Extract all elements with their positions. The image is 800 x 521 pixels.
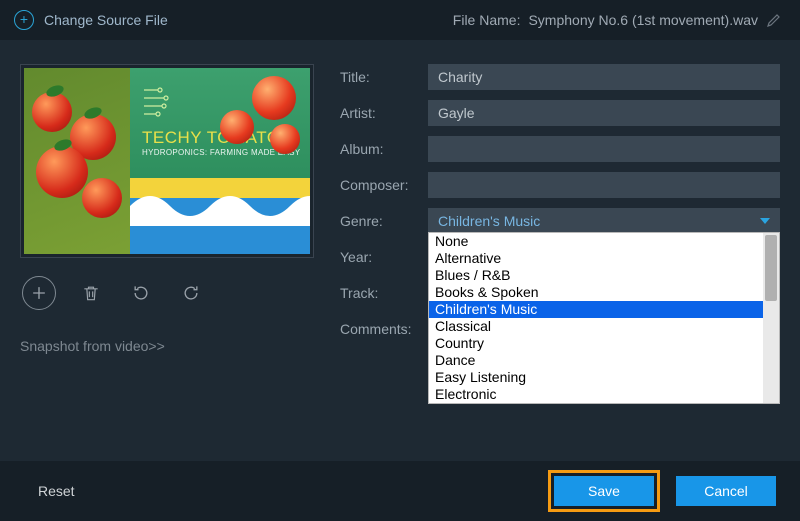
rotate-left-button[interactable]	[126, 276, 156, 310]
chevron-down-icon	[760, 218, 770, 224]
composer-label: Composer:	[340, 177, 428, 193]
genre-option[interactable]: Country	[429, 335, 763, 352]
genre-option[interactable]: None	[429, 233, 763, 250]
composer-input[interactable]	[428, 172, 780, 198]
save-button[interactable]: Save	[554, 476, 654, 506]
genre-select[interactable]: Children's Music	[428, 208, 780, 234]
filename-display: File Name: Symphony No.6 (1st movement).…	[453, 12, 782, 28]
genre-option[interactable]: Easy Listening	[429, 369, 763, 386]
artwork-image: TECHY TOMATO HYDROPONICS: FARMING MADE E…	[24, 68, 310, 254]
genre-option[interactable]: Classical	[429, 318, 763, 335]
rotate-right-button[interactable]	[176, 276, 206, 310]
genre-option[interactable]: Dance	[429, 352, 763, 369]
plus-circle-icon	[14, 10, 34, 30]
artist-label: Artist:	[340, 105, 428, 121]
year-label: Year:	[340, 249, 428, 265]
bottombar: Reset Save Cancel	[0, 461, 800, 521]
cancel-button[interactable]: Cancel	[676, 476, 776, 506]
add-artwork-button[interactable]	[22, 276, 56, 310]
title-input[interactable]	[428, 64, 780, 90]
filename-value: Symphony No.6 (1st movement).wav	[528, 12, 758, 28]
save-highlight: Save	[548, 470, 660, 512]
genre-value: Children's Music	[438, 213, 540, 229]
reset-button[interactable]: Reset	[24, 477, 89, 505]
genre-option[interactable]: Children's Music	[429, 301, 763, 318]
snapshot-link[interactable]: Snapshot from video>>	[20, 338, 165, 354]
track-label: Track:	[340, 285, 428, 301]
title-label: Title:	[340, 69, 428, 85]
scrollbar-thumb[interactable]	[765, 235, 777, 301]
change-source-label: Change Source File	[44, 12, 168, 28]
dropdown-scrollbar[interactable]	[763, 233, 779, 403]
metadata-form: Title: Artist: Album: Composer: Genre: C…	[340, 64, 780, 354]
artwork-thumbnail[interactable]: TECHY TOMATO HYDROPONICS: FARMING MADE E…	[20, 64, 314, 258]
album-label: Album:	[340, 141, 428, 157]
delete-artwork-button[interactable]	[76, 276, 106, 310]
artwork-toolbar	[20, 258, 314, 310]
genre-label: Genre:	[340, 213, 428, 229]
pencil-icon[interactable]	[766, 12, 782, 28]
album-input[interactable]	[428, 136, 780, 162]
filename-label: File Name:	[453, 12, 521, 28]
comments-label: Comments:	[340, 321, 428, 337]
artwork-title: TECHY TOMATO	[142, 128, 281, 148]
artist-input[interactable]	[428, 100, 780, 126]
topbar: Change Source File File Name: Symphony N…	[0, 0, 800, 40]
genre-option[interactable]: Electronic	[429, 386, 763, 403]
genre-option[interactable]: Books & Spoken	[429, 284, 763, 301]
genre-dropdown[interactable]: NoneAlternativeBlues / R&BBooks & Spoken…	[428, 232, 780, 404]
genre-option[interactable]: Blues / R&B	[429, 267, 763, 284]
genre-option[interactable]: Alternative	[429, 250, 763, 267]
change-source-button[interactable]: Change Source File	[14, 10, 168, 30]
